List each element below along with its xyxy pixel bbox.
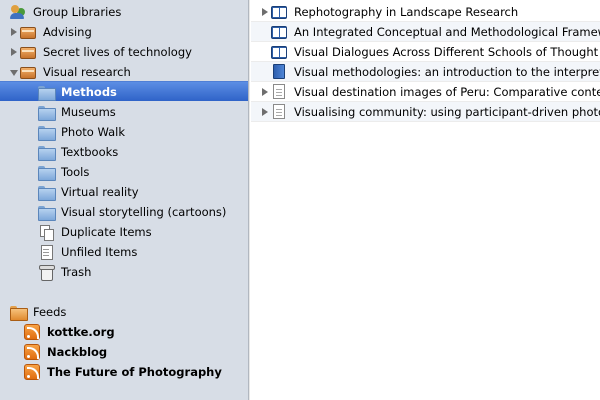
library-advising[interactable]: Advising <box>0 22 248 42</box>
collection-label: Duplicate Items <box>61 225 152 239</box>
item-title: Rephotography in Landscape Research <box>294 4 519 19</box>
folder-icon <box>38 84 56 101</box>
trash-icon <box>38 264 55 281</box>
folder-icon <box>38 124 56 141</box>
item-row[interactable]: Visual Dialogues Across Different School… <box>251 42 600 62</box>
trash[interactable]: Trash <box>0 262 248 282</box>
feeds-label: Feeds <box>33 305 67 319</box>
collection-tools[interactable]: Tools <box>0 162 248 182</box>
collection-label: Unfiled Items <box>61 245 138 259</box>
feed-label: Nackblog <box>47 345 108 359</box>
library-icon <box>20 27 36 39</box>
collection-label: Methods <box>61 84 117 99</box>
rss-icon <box>24 324 40 340</box>
document-icon <box>273 84 285 99</box>
duplicate-items-icon <box>38 224 54 241</box>
collection-virtual-reality[interactable]: Virtual reality <box>0 182 248 202</box>
library-label: Visual research <box>43 65 131 79</box>
item-row[interactable]: Visualising community: using participant… <box>251 102 600 122</box>
item-title: Visual methodologies: an introduction to… <box>294 64 600 79</box>
library-visual-research[interactable]: Visual research <box>0 62 248 82</box>
collections-sidebar: Group Libraries Advising Secret lives of… <box>0 0 248 400</box>
folder-icon <box>38 204 56 221</box>
collection-visual-storytelling[interactable]: Visual storytelling (cartoons) <box>0 202 248 222</box>
collection-textbooks[interactable]: Textbooks <box>0 142 248 162</box>
folder-icon <box>38 184 56 201</box>
duplicate-items[interactable]: Duplicate Items <box>0 222 248 242</box>
feed-label: The Future of Photography <box>47 365 222 379</box>
unfiled-items[interactable]: Unfiled Items <box>0 242 248 262</box>
folder-icon <box>38 164 56 181</box>
collection-label: Tools <box>61 165 90 179</box>
disclosure-triangle-icon[interactable] <box>259 82 271 102</box>
feeds-header[interactable]: Feeds <box>0 302 248 322</box>
book-icon <box>271 5 287 19</box>
collection-museums[interactable]: Museums <box>0 102 248 122</box>
item-title: An Integrated Conceptual and Methodologi… <box>294 24 600 39</box>
item-row[interactable]: Rephotography in Landscape Research <box>251 2 600 22</box>
feed-kottke[interactable]: kottke.org <box>0 322 248 342</box>
unfiled-items-icon <box>38 244 54 260</box>
library-icon <box>20 47 36 59</box>
group-libraries-header[interactable]: Group Libraries <box>0 2 248 22</box>
feed-future-of-photography[interactable]: The Future of Photography <box>0 362 248 382</box>
group-libraries-label: Group Libraries <box>33 5 122 19</box>
item-row[interactable]: An Integrated Conceptual and Methodologi… <box>251 22 600 42</box>
collection-label: Virtual reality <box>61 185 139 199</box>
collection-label: Trash <box>61 265 92 279</box>
collection-photo-walk[interactable]: Photo Walk <box>0 122 248 142</box>
feed-nackblog[interactable]: Nackblog <box>0 342 248 362</box>
document-icon <box>273 104 285 119</box>
collection-label: Photo Walk <box>61 125 125 139</box>
rss-icon <box>24 344 40 360</box>
book-icon <box>271 45 287 59</box>
disclosure-triangle-icon[interactable] <box>8 22 20 42</box>
folder-icon <box>38 104 56 121</box>
disclosure-triangle-icon[interactable] <box>8 42 20 62</box>
item-row[interactable]: Visual destination images of Peru: Compa… <box>251 82 600 102</box>
collection-label: Museums <box>61 105 116 119</box>
disclosure-triangle-icon[interactable] <box>8 62 20 82</box>
library-label: Secret lives of technology <box>43 45 192 59</box>
item-row[interactable]: Visual methodologies: an introduction to… <box>251 62 600 82</box>
library-icon <box>20 67 36 79</box>
items-list: Rephotography in Landscape Research An I… <box>251 0 600 400</box>
collection-label: Textbooks <box>61 145 119 159</box>
book-cover-icon <box>273 64 285 79</box>
group-libraries-icon <box>10 4 26 20</box>
disclosure-triangle-icon[interactable] <box>259 2 271 22</box>
collection-methods[interactable]: Methods <box>0 81 248 101</box>
item-title: Visual Dialogues Across Different School… <box>294 44 599 59</box>
collection-label: Visual storytelling (cartoons) <box>61 205 227 219</box>
feed-label: kottke.org <box>47 325 115 339</box>
disclosure-triangle-icon[interactable] <box>259 102 271 122</box>
folder-icon <box>38 144 56 161</box>
library-secret-lives-of-technology[interactable]: Secret lives of technology <box>0 42 248 62</box>
feeds-icon <box>10 304 28 321</box>
pane-splitter[interactable] <box>248 0 250 400</box>
book-icon <box>271 25 287 39</box>
rss-icon <box>24 364 40 380</box>
library-label: Advising <box>43 25 92 39</box>
item-title: Visualising community: using participant… <box>294 104 600 119</box>
item-title: Visual destination images of Peru: Compa… <box>294 84 600 99</box>
